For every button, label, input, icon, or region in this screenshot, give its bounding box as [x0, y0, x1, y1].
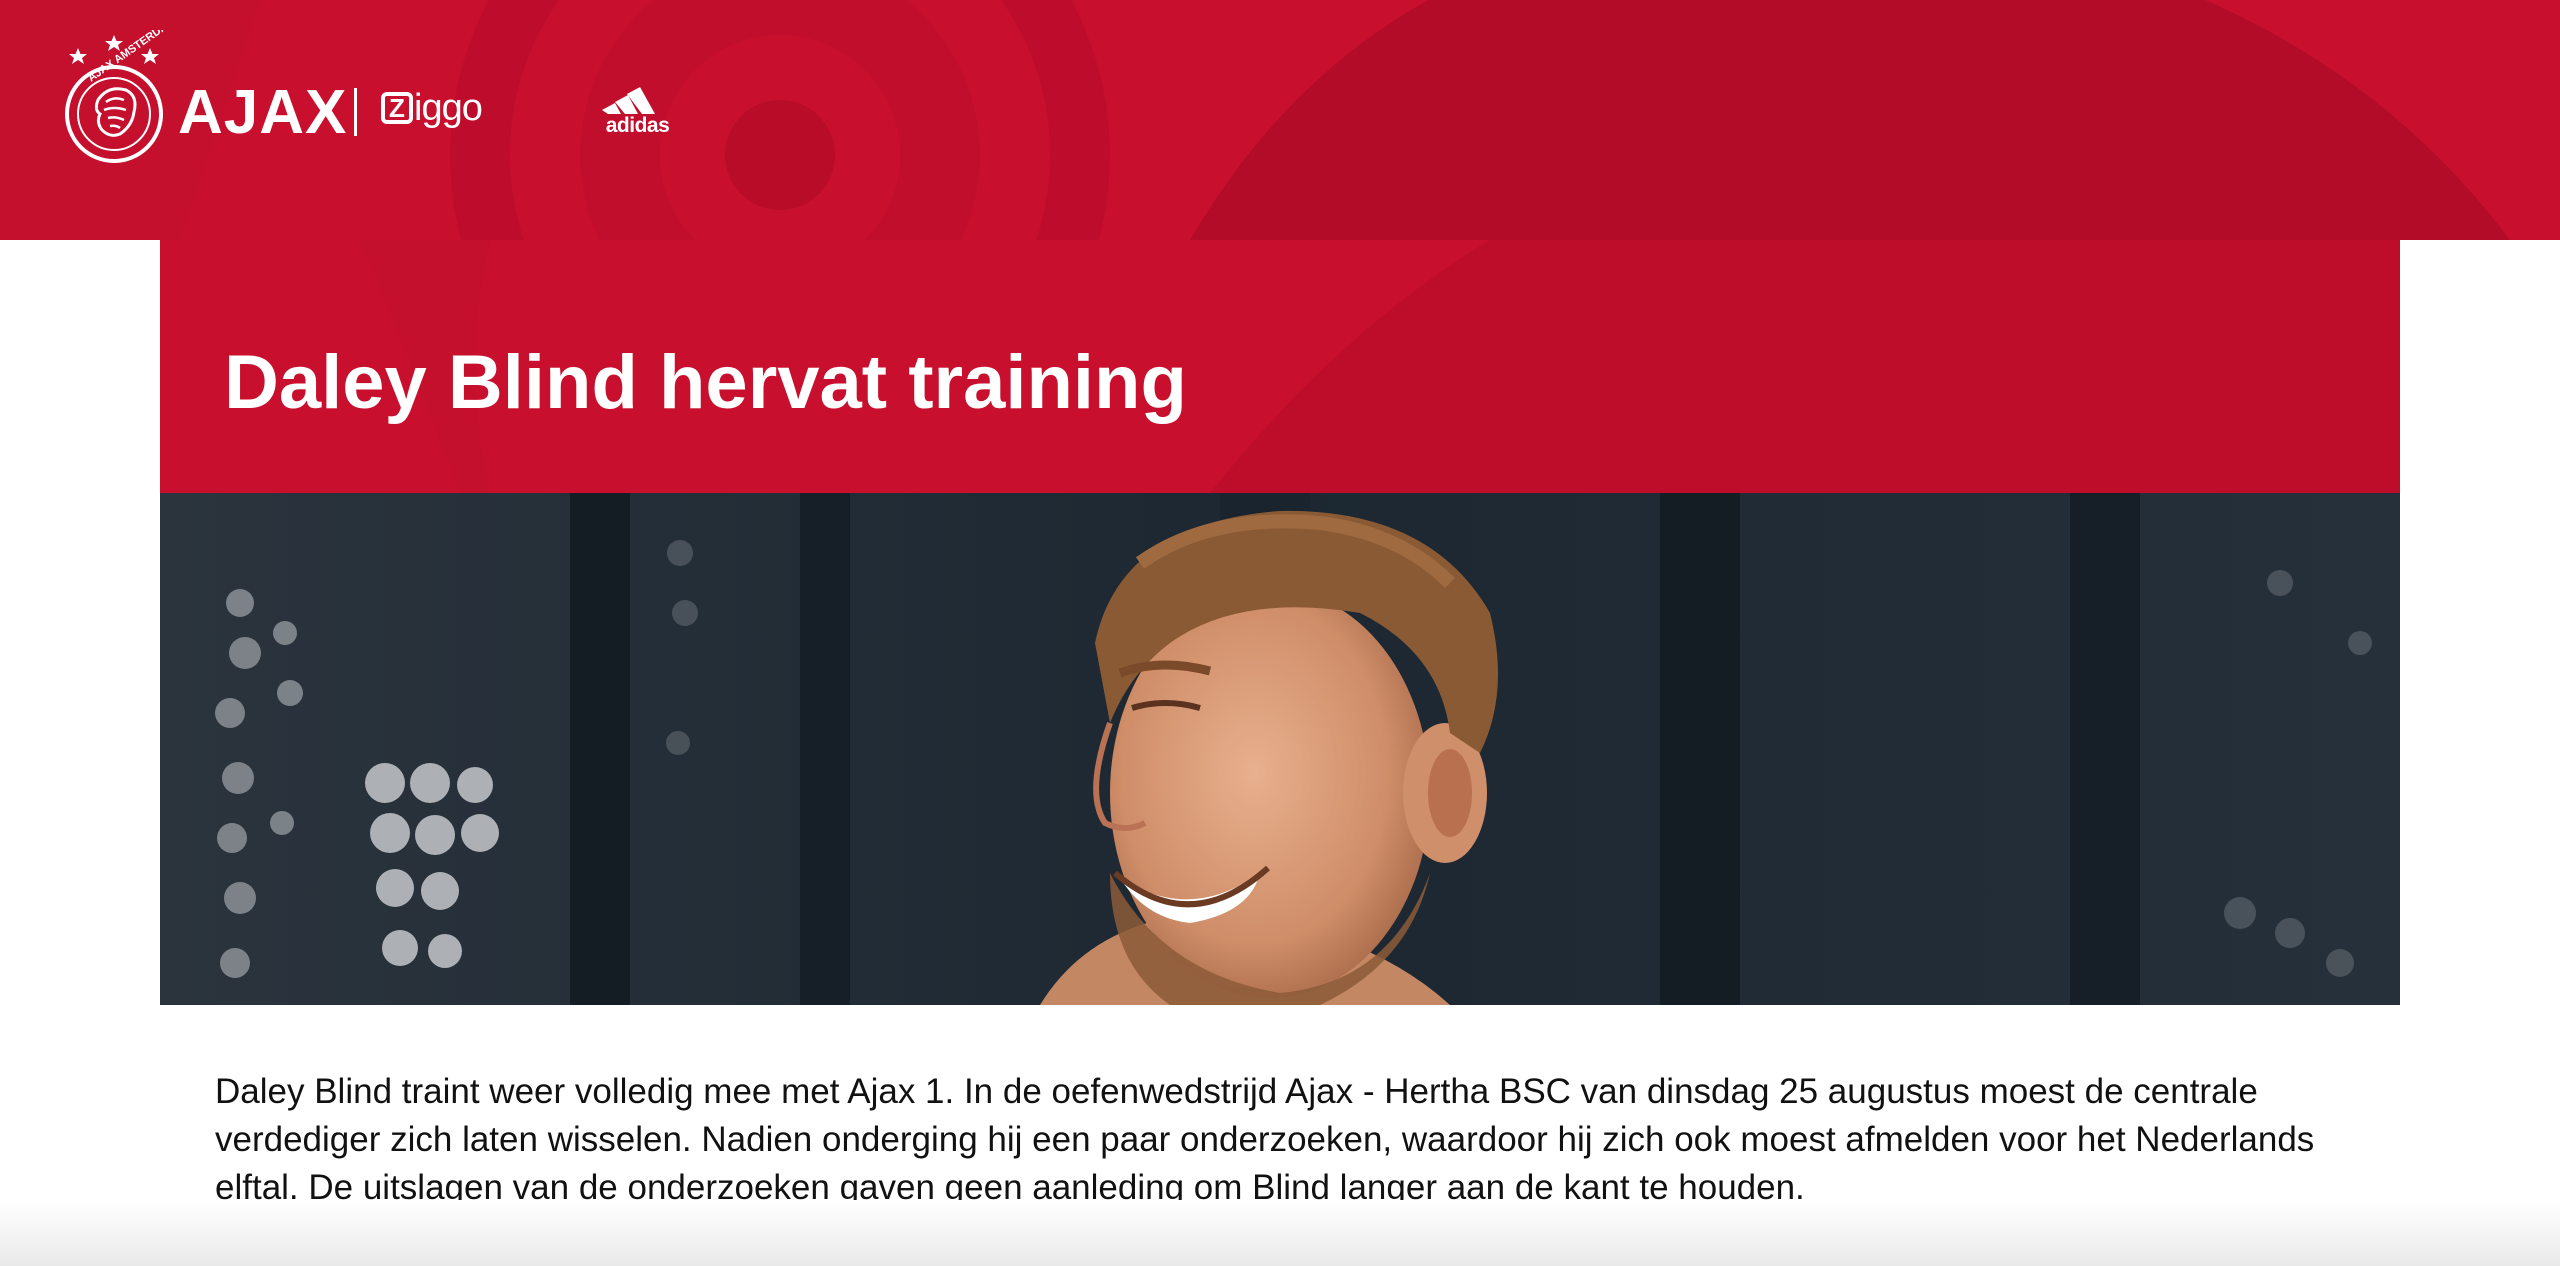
- page-bottom-shadow: [0, 1200, 2560, 1266]
- ziggo-initial: Z: [381, 92, 413, 124]
- ziggo-wordmark: iggo: [414, 87, 483, 129]
- hero-image: [160, 493, 2400, 1005]
- email-header: AJAX AMSTERDAM AJAX Z iggo adidas: [0, 0, 2560, 240]
- adidas-stripes-icon: [602, 87, 655, 114]
- brand-divider: [354, 88, 357, 136]
- ziggo-logo[interactable]: Z iggo: [381, 87, 483, 129]
- logo-ring-text: AJAX AMSTERDAM: [86, 30, 178, 84]
- adidas-wordmark: adidas: [605, 114, 670, 137]
- article-body: Daley Blind traint weer volledig mee met…: [215, 1072, 2315, 1207]
- player-portrait-image: [160, 493, 2400, 1005]
- ajax-crest-icon[interactable]: AJAX AMSTERDAM: [58, 15, 178, 165]
- club-wordmark[interactable]: AJAX: [178, 78, 347, 148]
- article-title: Daley Blind hervat training: [224, 340, 1187, 425]
- title-banner: Daley Blind hervat training: [160, 240, 2400, 493]
- adidas-logo[interactable]: adidas: [600, 80, 675, 137]
